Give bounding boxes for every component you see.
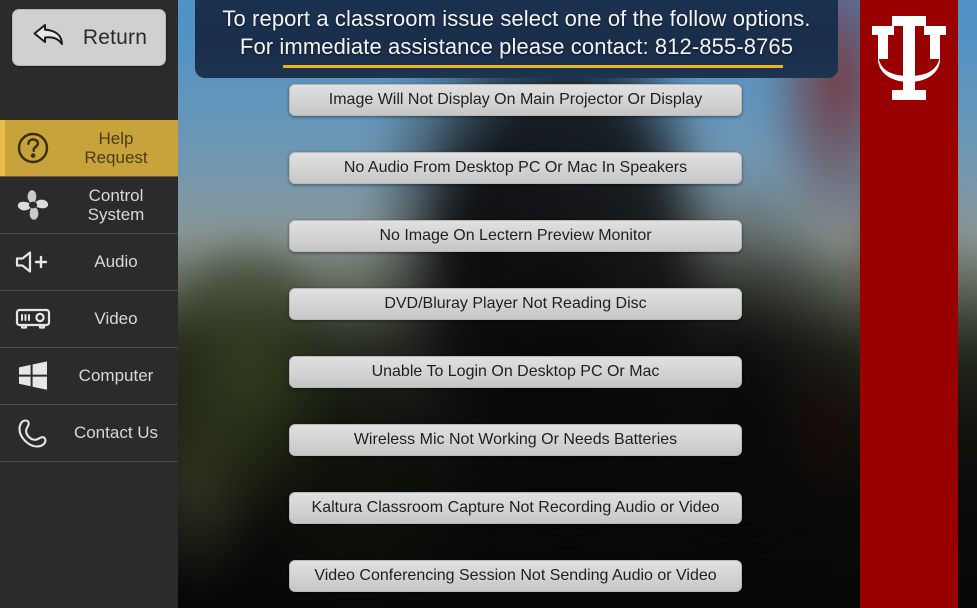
sidebar-item-label: Contact Us	[73, 423, 159, 443]
back-arrow-icon	[31, 21, 67, 54]
speaker-plus-icon	[0, 248, 66, 276]
background-right-sliver	[958, 0, 977, 608]
sidebar-item-contact-us[interactable]: Contact Us	[0, 405, 178, 462]
sidebar: Return Help Request Control System Audio…	[0, 0, 178, 608]
sidebar-item-label: Video	[94, 309, 138, 329]
issue-button-wireless-mic[interactable]: Wireless Mic Not Working Or Needs Batter…	[289, 424, 742, 456]
issue-button-list: Image Will Not Display On Main Projector…	[289, 84, 742, 592]
header-panel: To report a classroom issue select one o…	[195, 0, 838, 78]
header-underline	[283, 65, 783, 68]
question-mark-circle-icon	[0, 131, 66, 165]
phone-handset-icon	[0, 416, 66, 450]
return-button[interactable]: Return	[12, 9, 166, 66]
crestron-swirl-icon	[0, 190, 66, 220]
sidebar-item-help-request[interactable]: Help Request	[0, 120, 178, 177]
sidebar-nav-list: Help Request Control System Audio Video …	[0, 120, 178, 462]
sidebar-item-label: Computer	[78, 366, 154, 386]
kiosk-screen: Return Help Request Control System Audio…	[0, 0, 977, 608]
sidebar-item-label: Help Request	[84, 128, 148, 167]
sidebar-item-label: Control System	[87, 185, 145, 224]
sidebar-item-label: Audio	[94, 252, 138, 272]
sidebar-item-video[interactable]: Video	[0, 291, 178, 348]
header-line-1: To report a classroom issue select one o…	[222, 6, 811, 31]
issue-button-no-image-preview-monitor[interactable]: No Image On Lectern Preview Monitor	[289, 220, 742, 252]
windows-logo-icon	[0, 360, 66, 392]
header-line-2: For immediate assistance please contact:…	[239, 34, 794, 59]
iu-brand-panel	[860, 0, 958, 608]
issue-button-kaltura-capture[interactable]: Kaltura Classroom Capture Not Recording …	[289, 492, 742, 524]
sidebar-item-computer[interactable]: Computer	[0, 348, 178, 405]
sidebar-item-control-system[interactable]: Control System	[0, 177, 178, 234]
issue-button-dvd-not-reading[interactable]: DVD/Bluray Player Not Reading Disc	[289, 288, 742, 320]
issue-button-projector-no-image[interactable]: Image Will Not Display On Main Projector…	[289, 84, 742, 116]
background-sliver-brick	[958, 0, 977, 608]
iu-trident-logo-icon	[870, 12, 948, 608]
sidebar-item-audio[interactable]: Audio	[0, 234, 178, 291]
issue-button-unable-to-login[interactable]: Unable To Login On Desktop PC Or Mac	[289, 356, 742, 388]
issue-button-video-conferencing[interactable]: Video Conferencing Session Not Sending A…	[289, 560, 742, 592]
return-button-label: Return	[82, 25, 148, 49]
projector-icon	[0, 304, 66, 334]
issue-button-no-audio-speakers[interactable]: No Audio From Desktop PC Or Mac In Speak…	[289, 152, 742, 184]
